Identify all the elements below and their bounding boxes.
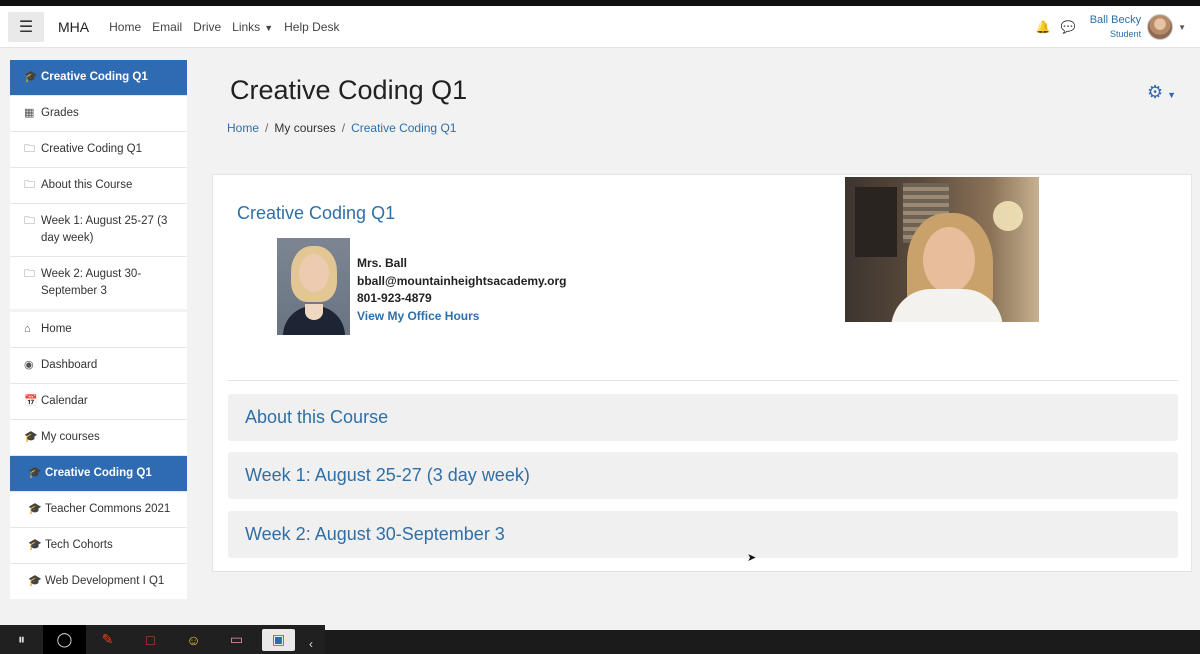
bell-icon[interactable]: 🔔 bbox=[1036, 20, 1051, 34]
chat-bubble-icon[interactable]: 💬 bbox=[1061, 20, 1076, 34]
office-hours-link[interactable]: View My Office Hours bbox=[357, 308, 567, 326]
breadcrumb-separator: / bbox=[341, 121, 346, 135]
sidebar-item-course-home[interactable]: 🎓 Creative Coding Q1 bbox=[10, 60, 187, 96]
graduation-cap-icon: 🎓 bbox=[24, 71, 38, 83]
teacher-photo bbox=[277, 238, 350, 335]
graduation-cap-icon: 🎓 bbox=[28, 539, 42, 551]
page-title: Creative Coding Q1 bbox=[230, 75, 468, 105]
sidebar-item-label: Creative Coding Q1 bbox=[41, 143, 142, 155]
sidebar-course-group: 🎓 Creative Coding Q1 ▦ Grades 🗀 Creative… bbox=[10, 60, 187, 309]
caret-down-icon: ▼ bbox=[264, 22, 274, 33]
eraser-tool-icon[interactable]: ▭ bbox=[215, 625, 258, 654]
user-area: 🔔 💬 Ball Becky Student ▼ bbox=[1036, 6, 1186, 48]
folder-icon: 🗀 bbox=[24, 143, 35, 155]
emoji-tool-icon[interactable]: ☺ bbox=[172, 625, 215, 654]
teacher-email: bball@mountainheightsacademy.org bbox=[357, 273, 567, 288]
breadcrumb-home[interactable]: Home bbox=[227, 121, 259, 135]
dashboard-icon: ◉ bbox=[24, 359, 34, 371]
divider bbox=[228, 380, 1178, 381]
section-week-2[interactable]: Week 2: August 30-September 3 bbox=[228, 511, 1178, 558]
brand-name[interactable]: MHA bbox=[58, 19, 89, 35]
user-name: Ball Becky bbox=[1089, 14, 1142, 26]
sidebar-item-week-1[interactable]: 🗀 Week 1: August 25-27 (3 day week) bbox=[10, 204, 187, 257]
mouse-pointer-icon: ➤ bbox=[747, 552, 757, 564]
sidebar-item-web-development[interactable]: 🎓 Web Development I Q1 bbox=[10, 564, 187, 599]
settings-menu[interactable]: ⚙ ▼ bbox=[1147, 82, 1176, 103]
top-navbar: ☰ MHA Home Email Drive Links ▼ Help Desk … bbox=[0, 6, 1200, 48]
teacher-contact-info: Mrs. Ball bball@mountainheightsacademy.o… bbox=[357, 255, 567, 325]
sidebar-item-dashboard[interactable]: ◉ Dashboard bbox=[10, 348, 187, 384]
sidebar-item-tech-cohorts[interactable]: 🎓 Tech Cohorts bbox=[10, 528, 187, 564]
sidebar-item-label: Grades bbox=[41, 107, 79, 119]
course-heading: Creative Coding Q1 bbox=[237, 203, 396, 223]
graduation-cap-icon: 🎓 bbox=[24, 431, 38, 443]
sidebar-item-label: Dashboard bbox=[41, 359, 98, 371]
folder-icon: 🗀 bbox=[24, 215, 35, 227]
sidebar-item-calendar[interactable]: 📅 Calendar bbox=[10, 384, 187, 420]
table-icon: ▦ bbox=[24, 107, 35, 119]
user-role: Student bbox=[1110, 29, 1142, 39]
sidebar-item-label: Week 2: August 30-September 3 bbox=[41, 268, 142, 297]
sidebar-item-label: About this Course bbox=[41, 179, 133, 191]
annotation-toolbar: ⏸ ◯ ✎ □ ☺ ▭ ▣ bbox=[0, 625, 325, 654]
sidebar-item-label: Home bbox=[41, 323, 72, 335]
sidebar-item-home[interactable]: ⌂ Home bbox=[10, 312, 187, 348]
sidebar-item-label: Creative Coding Q1 bbox=[41, 71, 148, 83]
caret-down-icon: ▼ bbox=[1167, 90, 1176, 100]
sidebar-item-label: Week 1: August 25-27 (3 day week) bbox=[41, 215, 168, 244]
sidebar-nav-group: ⌂ Home ◉ Dashboard 📅 Calendar 🎓 My cours… bbox=[10, 312, 187, 599]
chevron-left-icon[interactable]: ‹ bbox=[309, 637, 313, 651]
section-about-this-course[interactable]: About this Course bbox=[228, 394, 1178, 441]
sidebar-item-section-general[interactable]: 🗀 Creative Coding Q1 bbox=[10, 132, 187, 168]
pointer-tool-icon[interactable]: ◯ bbox=[43, 625, 86, 654]
graduation-cap-icon: 🎓 bbox=[28, 503, 42, 515]
sidebar-item-grades[interactable]: ▦ Grades bbox=[10, 96, 187, 132]
folder-icon: 🗀 bbox=[24, 179, 35, 191]
sidebar-item-about[interactable]: 🗀 About this Course bbox=[10, 168, 187, 204]
user-menu[interactable]: Ball Becky Student bbox=[1090, 13, 1141, 41]
caret-down-icon[interactable]: ▼ bbox=[1178, 23, 1186, 32]
sidebar-item-teacher-commons[interactable]: 🎓 Teacher Commons 2021 bbox=[10, 492, 187, 528]
section-week-1[interactable]: Week 1: August 25-27 (3 day week) bbox=[228, 452, 1178, 499]
sidebar-item-my-courses[interactable]: 🎓 My courses bbox=[10, 420, 187, 456]
teacher-phone: 801-923-4879 bbox=[357, 291, 432, 305]
sidebar-item-creative-coding[interactable]: 🎓 Creative Coding Q1 bbox=[10, 456, 187, 492]
folder-icon: 🗀 bbox=[24, 268, 35, 280]
rectangle-tool-icon[interactable]: □ bbox=[129, 625, 172, 654]
sidebar-item-label: Tech Cohorts bbox=[45, 539, 113, 551]
avatar[interactable] bbox=[1147, 14, 1174, 40]
course-content-panel: Creative Coding Q1 Mrs. Ball bball@mount… bbox=[212, 174, 1192, 572]
nav-link-email[interactable]: Email bbox=[152, 20, 182, 34]
teacher-name: Mrs. Ball bbox=[357, 256, 408, 270]
sidebar: 🎓 Creative Coding Q1 ▦ Grades 🗀 Creative… bbox=[10, 60, 187, 602]
screen-capture-icon[interactable]: ▣ bbox=[262, 628, 295, 651]
nav-link-links-dropdown[interactable]: Links ▼ bbox=[232, 20, 273, 34]
sidebar-item-label: My courses bbox=[41, 431, 100, 443]
breadcrumb-course[interactable]: Creative Coding Q1 bbox=[351, 121, 456, 135]
nav-link-drive[interactable]: Drive bbox=[193, 20, 221, 34]
nav-links: Home Email Drive Links ▼ Help Desk bbox=[109, 20, 339, 34]
graduation-cap-icon: 🎓 bbox=[28, 467, 42, 479]
menu-toggle-icon[interactable]: ☰ bbox=[8, 11, 44, 42]
nav-link-help-desk[interactable]: Help Desk bbox=[284, 20, 339, 34]
webcam-video-overlay bbox=[845, 177, 1039, 322]
pen-tool-icon[interactable]: ✎ bbox=[86, 625, 129, 654]
sidebar-item-week-2[interactable]: 🗀 Week 2: August 30-September 3 bbox=[10, 257, 187, 309]
sidebar-item-label: Web Development I Q1 bbox=[45, 575, 165, 587]
sidebar-item-label: Calendar bbox=[41, 395, 88, 407]
nav-link-home[interactable]: Home bbox=[109, 20, 141, 34]
breadcrumb: Home / My courses / Creative Coding Q1 bbox=[227, 121, 456, 135]
sidebar-item-label: Creative Coding Q1 bbox=[45, 467, 152, 479]
home-icon: ⌂ bbox=[24, 323, 31, 335]
calendar-icon: 📅 bbox=[24, 395, 38, 407]
pause-icon[interactable]: ⏸ bbox=[0, 625, 43, 654]
nav-link-links-label: Links bbox=[232, 19, 261, 34]
gear-icon: ⚙ bbox=[1146, 82, 1164, 102]
breadcrumb-my-courses[interactable]: My courses bbox=[274, 121, 335, 135]
graduation-cap-icon: 🎓 bbox=[28, 575, 42, 587]
breadcrumb-separator: / bbox=[265, 121, 269, 135]
sidebar-item-label: Teacher Commons 2021 bbox=[45, 503, 171, 515]
